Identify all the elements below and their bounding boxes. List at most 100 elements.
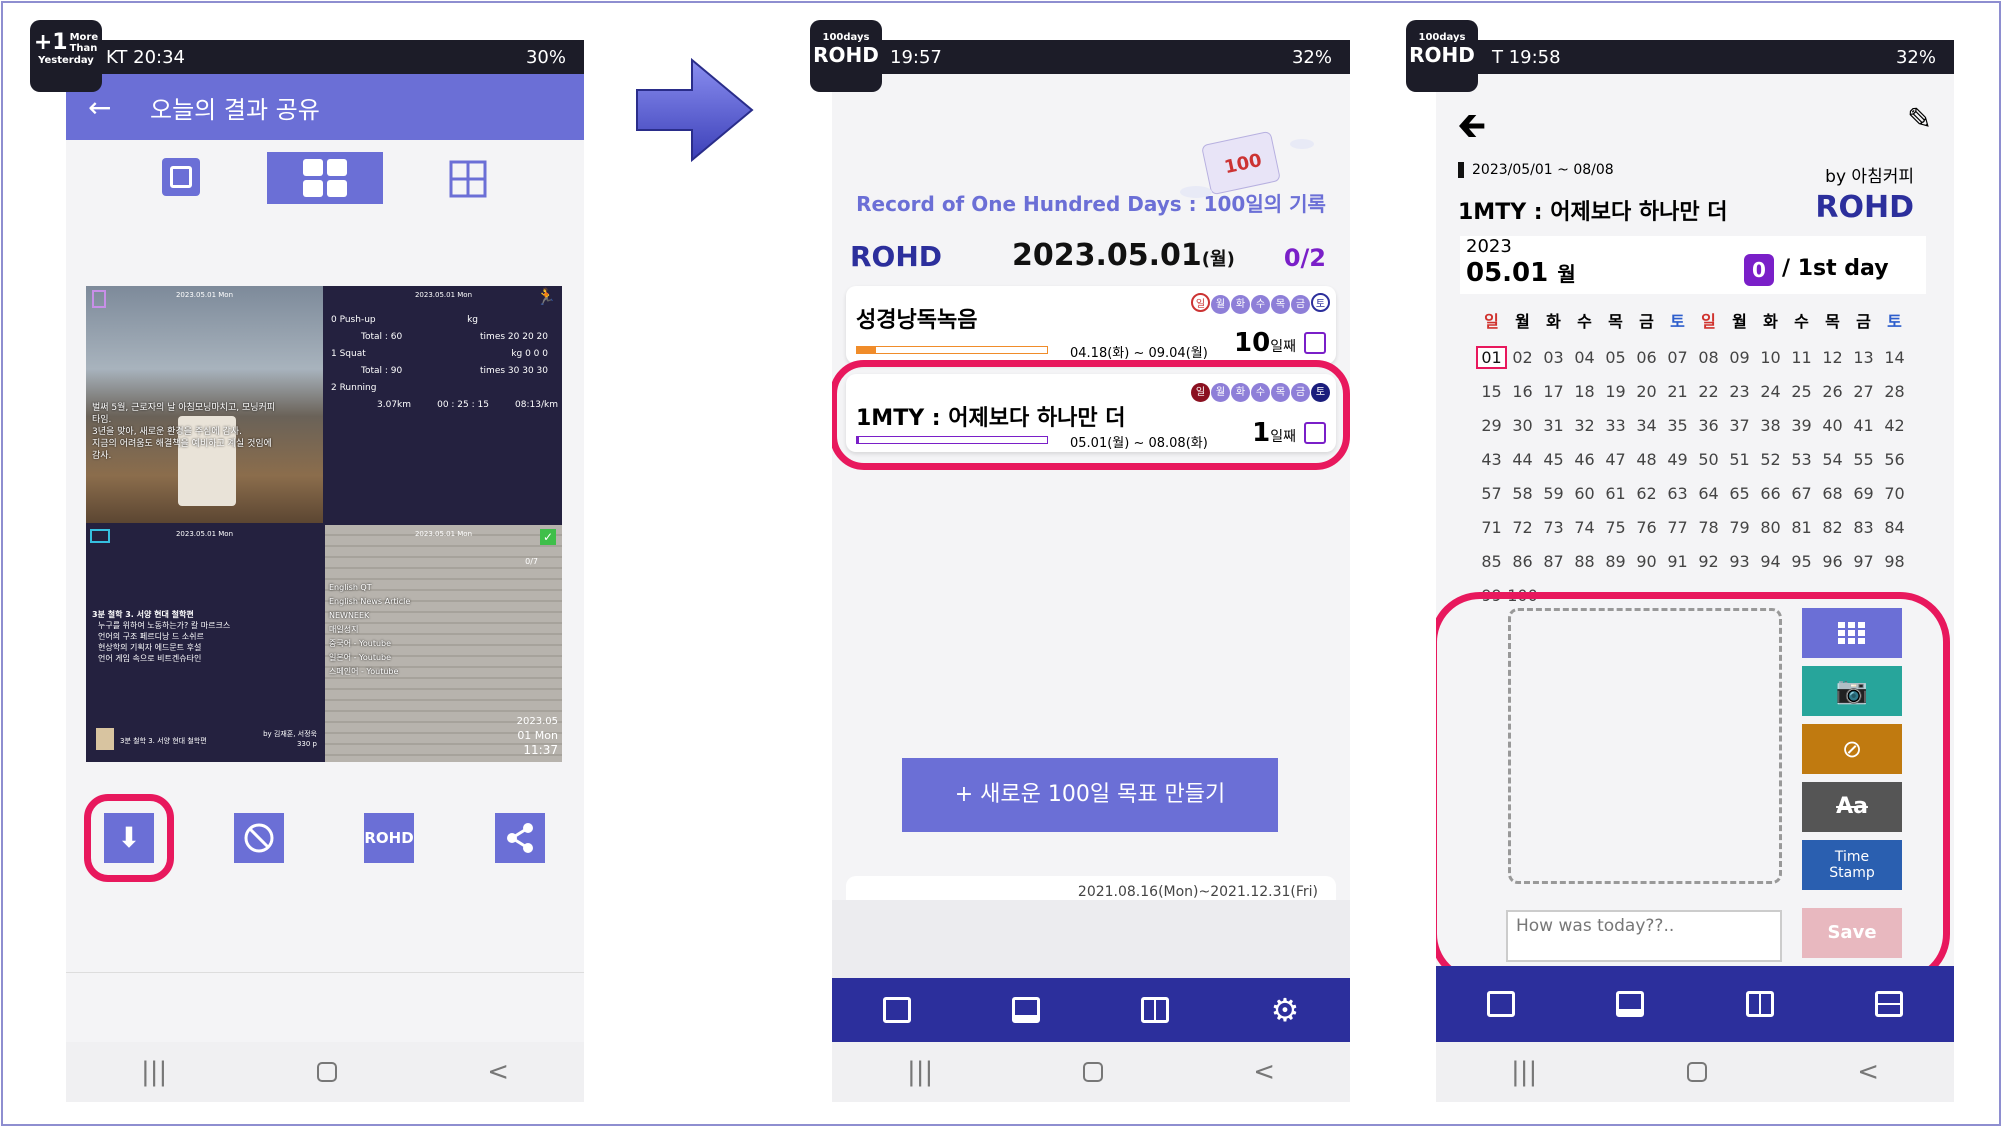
photo-drop-area[interactable] (1508, 608, 1782, 884)
layout-grid4-button[interactable] (267, 152, 383, 204)
day-cell[interactable]: 19 (1600, 382, 1631, 401)
day-cell[interactable]: 23 (1724, 382, 1755, 401)
back-icon[interactable]: < (1253, 1057, 1275, 1087)
tab-split-columns-icon[interactable] (1745, 991, 1774, 1017)
day-cell[interactable]: 70 (1879, 484, 1910, 503)
share-button[interactable] (495, 813, 545, 863)
day-cell[interactable]: 40 (1817, 416, 1848, 435)
day-cell[interactable]: 49 (1662, 450, 1693, 469)
day-cell[interactable]: 17 (1538, 382, 1569, 401)
day-cell[interactable]: 65 (1724, 484, 1755, 503)
timestamp-button[interactable]: Time Stamp (1802, 840, 1902, 890)
back-arrow-icon[interactable]: ← (88, 91, 128, 124)
day-cell[interactable]: 67 (1786, 484, 1817, 503)
day-cell[interactable]: 94 (1755, 552, 1786, 571)
day-cell[interactable]: 13 (1848, 348, 1879, 367)
goal-checkbox[interactable] (1304, 332, 1326, 354)
day-cell[interactable]: 71 (1476, 518, 1507, 537)
day-cell[interactable]: 47 (1600, 450, 1631, 469)
day-cell[interactable]: 16 (1507, 382, 1538, 401)
day-cell[interactable]: 08 (1693, 348, 1724, 367)
day-cell[interactable]: 76 (1631, 518, 1662, 537)
day-cell[interactable]: 41 (1848, 416, 1879, 435)
day-cell[interactable]: 38 (1755, 416, 1786, 435)
day-cell[interactable]: 77 (1662, 518, 1693, 537)
day-cell[interactable]: 45 (1538, 450, 1569, 469)
grid-tool-button[interactable] (1802, 608, 1902, 658)
day-cell[interactable]: 24 (1755, 382, 1786, 401)
day-cell[interactable]: 42 (1879, 416, 1910, 435)
day-cell[interactable]: 21 (1662, 382, 1693, 401)
day-cell[interactable]: 12 (1817, 348, 1848, 367)
day-cell[interactable]: 56 (1879, 450, 1910, 469)
day-cell[interactable]: 51 (1724, 450, 1755, 469)
day-cell[interactable]: 79 (1724, 518, 1755, 537)
day-cell[interactable]: 44 (1507, 450, 1538, 469)
day-cell[interactable]: 05 (1600, 348, 1631, 367)
add-photo-button[interactable]: 📷 (1802, 666, 1902, 716)
day-cell[interactable]: 27 (1848, 382, 1879, 401)
day-cell[interactable]: 100 (1507, 586, 1538, 605)
day-cell[interactable]: 34 (1631, 416, 1662, 435)
home-icon[interactable] (1083, 1062, 1104, 1082)
day-cell[interactable]: 81 (1786, 518, 1817, 537)
new-goal-button[interactable]: + 새로운 100일 목표 만들기 (902, 758, 1278, 832)
day-cell[interactable]: 22 (1693, 382, 1724, 401)
day-cell[interactable]: 20 (1631, 382, 1662, 401)
rohd-watermark-button[interactable]: ROHD (364, 813, 414, 863)
home-icon[interactable] (1687, 1062, 1708, 1082)
day-cell[interactable]: 54 (1817, 450, 1848, 469)
day-cell[interactable]: 26 (1817, 382, 1848, 401)
day-cell[interactable]: 60 (1569, 484, 1600, 503)
day-cell[interactable]: 04 (1569, 348, 1600, 367)
day-cell[interactable]: 88 (1569, 552, 1600, 571)
day-cell-today[interactable]: 01 (1476, 345, 1507, 369)
day-cell[interactable]: 52 (1755, 450, 1786, 469)
day-cell[interactable]: 59 (1538, 484, 1569, 503)
day-cell[interactable]: 63 (1662, 484, 1693, 503)
save-button[interactable]: Save (1802, 908, 1902, 958)
day-cell[interactable]: 06 (1631, 348, 1662, 367)
tab-single-icon[interactable] (882, 997, 911, 1023)
font-style-button[interactable]: Aa (1802, 782, 1902, 832)
day-cell[interactable]: 10 (1755, 348, 1786, 367)
day-cell[interactable]: 75 (1600, 518, 1631, 537)
day-cell[interactable]: 61 (1600, 484, 1631, 503)
day-cell[interactable]: 36 (1693, 416, 1724, 435)
day-cell[interactable]: 30 (1507, 416, 1538, 435)
layout-single-button[interactable] (162, 158, 200, 196)
day-cell[interactable]: 32 (1569, 416, 1600, 435)
note-input[interactable]: How was today??.. (1506, 910, 1782, 962)
day-cell[interactable]: 31 (1538, 416, 1569, 435)
day-cell[interactable]: 50 (1693, 450, 1724, 469)
day-cell[interactable]: 64 (1693, 484, 1724, 503)
day-cell[interactable]: 02 (1507, 348, 1538, 367)
day-cell[interactable]: 87 (1538, 552, 1569, 571)
day-cell[interactable]: 80 (1755, 518, 1786, 537)
day-cell[interactable]: 95 (1786, 552, 1817, 571)
day-cell[interactable]: 90 (1631, 552, 1662, 571)
day-cell[interactable]: 28 (1879, 382, 1910, 401)
day-cell[interactable]: 33 (1600, 416, 1631, 435)
day-cell[interactable]: 07 (1662, 348, 1693, 367)
day-cell[interactable]: 86 (1507, 552, 1538, 571)
day-cell[interactable]: 99 (1476, 586, 1507, 605)
tab-split-bottom-icon[interactable] (1616, 991, 1645, 1017)
day-cell[interactable]: 14 (1879, 348, 1910, 367)
day-cell[interactable]: 66 (1755, 484, 1786, 503)
tab-split-bottom-icon[interactable] (1011, 997, 1040, 1023)
day-cell[interactable]: 39 (1786, 416, 1817, 435)
day-cell[interactable]: 78 (1693, 518, 1724, 537)
day-cell[interactable]: 09 (1724, 348, 1755, 367)
day-cell[interactable]: 68 (1817, 484, 1848, 503)
day-cell[interactable]: 11 (1786, 348, 1817, 367)
tab-split-rows-icon[interactable] (1875, 991, 1904, 1017)
day-cell[interactable]: 85 (1476, 552, 1507, 571)
day-cell[interactable]: 74 (1569, 518, 1600, 537)
day-cell[interactable]: 46 (1569, 450, 1600, 469)
day-cell[interactable]: 73 (1538, 518, 1569, 537)
day-cell[interactable]: 37 (1724, 416, 1755, 435)
day-cell[interactable]: 43 (1476, 450, 1507, 469)
home-icon[interactable] (317, 1062, 338, 1082)
day-cell[interactable]: 69 (1848, 484, 1879, 503)
